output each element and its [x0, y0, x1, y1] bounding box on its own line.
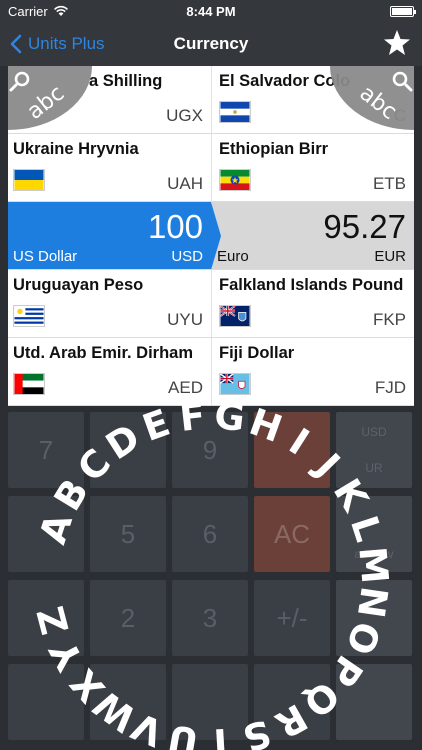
- currency-cell-uyu[interactable]: Uruguayan Peso UYU: [8, 270, 211, 337]
- key-usd[interactable]: USD UR: [336, 412, 412, 488]
- currency-code: AED: [168, 378, 203, 397]
- key-0[interactable]: [90, 664, 166, 740]
- usd-side-label: USD: [361, 425, 387, 439]
- key-plus-minus[interactable]: +/-: [254, 580, 330, 656]
- currency-row: Ukraine Hryvnia UAH Ethiopian Birr ETB: [8, 134, 414, 202]
- key-equals[interactable]: [254, 664, 330, 740]
- chevron-left-icon: [10, 34, 22, 54]
- abc-search-left-button[interactable]: abc: [8, 66, 92, 130]
- currency-cell-fkp[interactable]: Falkland Islands Pound FKP: [211, 270, 414, 337]
- nav-bar: Units Plus Currency: [0, 22, 422, 66]
- key-8[interactable]: [90, 412, 166, 488]
- source-amount: 100: [147, 208, 203, 245]
- currency-cell-aed[interactable]: Utd. Arab Emir. Dirham AED: [8, 338, 211, 405]
- uae-flag-icon: [13, 373, 45, 395]
- ukraine-flag-icon: [13, 169, 45, 191]
- currency-name: Ukraine Hryvnia: [13, 140, 139, 158]
- key-3[interactable]: 3: [172, 580, 248, 656]
- source-currency-name: US Dollar: [13, 248, 78, 265]
- currency-row: Utd. Arab Emir. Dirham AED Fiji Dollar F…: [8, 338, 414, 406]
- abc-search-right-button[interactable]: abc: [330, 66, 414, 130]
- currency-code: FJD: [374, 378, 406, 397]
- keypad: 7 9 USD UR 5 6 AC add fav 2 3 +/-: [8, 412, 414, 750]
- key-add-fav-2[interactable]: [336, 580, 412, 656]
- wifi-icon: [53, 5, 68, 16]
- battery-icon: [390, 5, 416, 17]
- battery-level: [392, 7, 412, 15]
- target-currency-code: EUR: [374, 248, 406, 265]
- currency-name: Fiji Dollar: [219, 344, 295, 362]
- key-ac[interactable]: AC: [254, 496, 330, 572]
- uruguay-flag-icon: [13, 305, 45, 327]
- key-6[interactable]: 6: [172, 496, 248, 572]
- currency-code: UGX: [166, 106, 203, 125]
- currency-cell-uah[interactable]: Ukraine Hryvnia UAH: [8, 134, 211, 201]
- add-fav-label: add fav: [354, 547, 394, 561]
- currency-code: UYU: [167, 310, 203, 329]
- key-9[interactable]: 9: [172, 412, 248, 488]
- back-button[interactable]: Units Plus: [0, 34, 105, 54]
- currency-row: Uruguayan Peso UYU Falkland Islands Poun…: [8, 270, 414, 338]
- currency-cell-fjd[interactable]: Fiji Dollar FJD: [211, 338, 414, 405]
- key-5[interactable]: 5: [90, 496, 166, 572]
- currency-name: Falkland Islands Pound: [219, 276, 404, 294]
- currency-code: FKP: [372, 310, 406, 329]
- key-7[interactable]: 7: [8, 412, 84, 488]
- ethiopia-flag-icon: [219, 169, 251, 191]
- carrier-label: Carrier: [8, 3, 48, 19]
- key-swap[interactable]: [8, 664, 84, 740]
- back-label: Units Plus: [28, 34, 105, 53]
- key-add-fav-3[interactable]: [336, 664, 412, 740]
- currency-name: Uruguayan Peso: [13, 276, 144, 294]
- el-salvador-flag-icon: [219, 101, 251, 123]
- target-amount: 95.27: [323, 208, 406, 245]
- target-currency-cell[interactable]: 95.27 Euro EUR: [211, 202, 414, 269]
- currency-code: UAH: [167, 174, 203, 193]
- source-currency-cell[interactable]: 100 US Dollar USD: [8, 202, 221, 270]
- key-backspace[interactable]: [254, 412, 330, 488]
- status-bar: Carrier 8:44 PM: [0, 0, 422, 22]
- key-add-fav-1[interactable]: add fav: [336, 496, 412, 572]
- key-decimal[interactable]: [172, 664, 248, 740]
- currency-code: ETB: [372, 174, 406, 193]
- selection-arrow: [211, 202, 221, 270]
- source-currency-code: USD: [171, 248, 203, 265]
- active-conversion-row: 100 US Dollar USD 95.27 Euro EUR: [8, 202, 414, 270]
- key-4[interactable]: [8, 496, 84, 572]
- fiji-flag-icon: [219, 373, 251, 395]
- key-1[interactable]: [8, 580, 84, 656]
- currency-cell-etb[interactable]: Ethiopian Birr ETB: [211, 134, 414, 201]
- target-currency-name: Euro: [217, 248, 249, 265]
- key-2[interactable]: 2: [90, 580, 166, 656]
- currency-name: Utd. Arab Emir. Dirham: [13, 344, 194, 362]
- star-favorite-icon[interactable]: [382, 28, 412, 58]
- currency-name: Ethiopian Birr: [219, 140, 329, 158]
- status-left: Carrier: [8, 4, 69, 19]
- falkland-flag-icon: [219, 305, 251, 327]
- ur-side-label: UR: [365, 461, 383, 475]
